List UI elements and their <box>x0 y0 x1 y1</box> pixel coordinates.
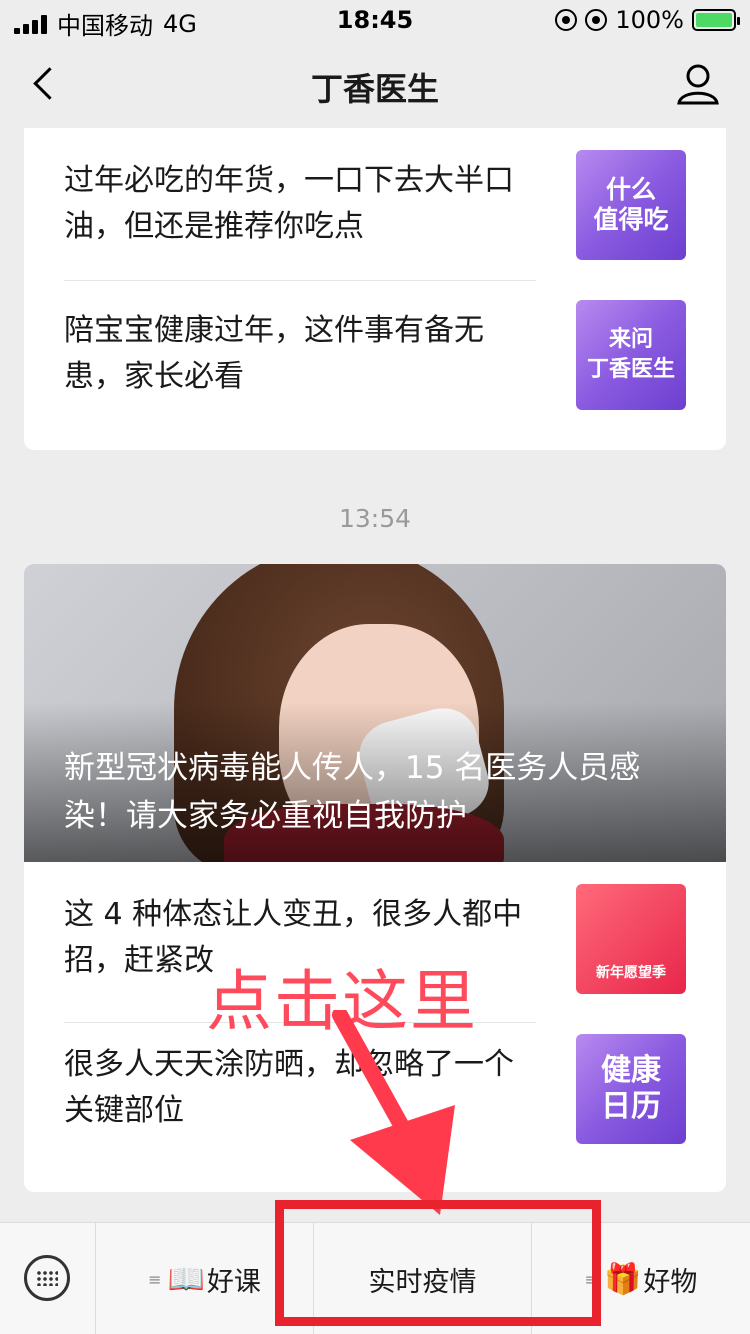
keyboard-toggle-button[interactable] <box>0 1223 96 1334</box>
page-title: 丁香医生 <box>310 70 439 108</box>
status-bar: 中国移动 4G 18:45 100% <box>0 0 750 40</box>
status-right: 100% <box>555 6 740 34</box>
article-item[interactable]: 过年必吃的年货，一口下去大半口油，但还是推荐你吃点 什么 值得吃 <box>64 128 686 278</box>
menu-label: 好物 <box>643 1266 698 1298</box>
annotation-arrow <box>332 1010 455 1215</box>
article-thumbnail[interactable]: 什么 值得吃 <box>576 150 686 260</box>
menu-label: 好课 <box>206 1266 261 1298</box>
annotation-highlight-box <box>275 1200 601 1326</box>
article-thumbnail[interactable]: 来问 丁香医生 <box>576 300 686 410</box>
alarm-icon <box>585 9 608 31</box>
submenu-icon: ≡ <box>148 1269 162 1289</box>
battery-fill <box>696 13 732 27</box>
article-thumbnail[interactable]: 新年愿望季 <box>576 884 686 994</box>
keyboard-icon <box>24 1255 70 1301</box>
article-item[interactable]: 陪宝宝健康过年，这件事有备无患，家长必看 来问 丁香医生 <box>64 278 686 428</box>
book-icon: 📖 <box>167 1261 205 1297</box>
article-title[interactable]: 过年必吃的年货，一口下去大半口油，但还是推荐你吃点 <box>64 158 534 250</box>
timestamp: 13:54 <box>338 504 412 533</box>
nav-bar: 丁香医生 <box>0 40 750 128</box>
article-thumbnail[interactable]: 健康 日历 <box>576 1034 686 1144</box>
profile-button[interactable] <box>676 62 720 106</box>
battery-percent: 100% <box>615 6 684 34</box>
article-title[interactable]: 陪宝宝健康过年，这件事有备无患，家长必看 <box>64 308 534 400</box>
article-card: 过年必吃的年货，一口下去大半口油，但还是推荐你吃点 什么 值得吃 陪宝宝健康过年… <box>24 128 726 450</box>
person-icon <box>677 64 719 105</box>
cover-image[interactable]: 新型冠状病毒能人传人，15 名医务人员感染！请大家务必重视自我防护 <box>24 564 726 862</box>
rotation-lock-icon <box>555 9 578 31</box>
cover-title[interactable]: 新型冠状病毒能人传人，15 名医务人员感染！请大家务必重视自我防护 <box>64 744 686 840</box>
gift-icon: 🎁 <box>604 1261 642 1297</box>
article-title[interactable]: 很多人天天涂防晒，却忽略了一个关键部位 <box>64 1042 534 1134</box>
battery-icon <box>692 9 740 31</box>
